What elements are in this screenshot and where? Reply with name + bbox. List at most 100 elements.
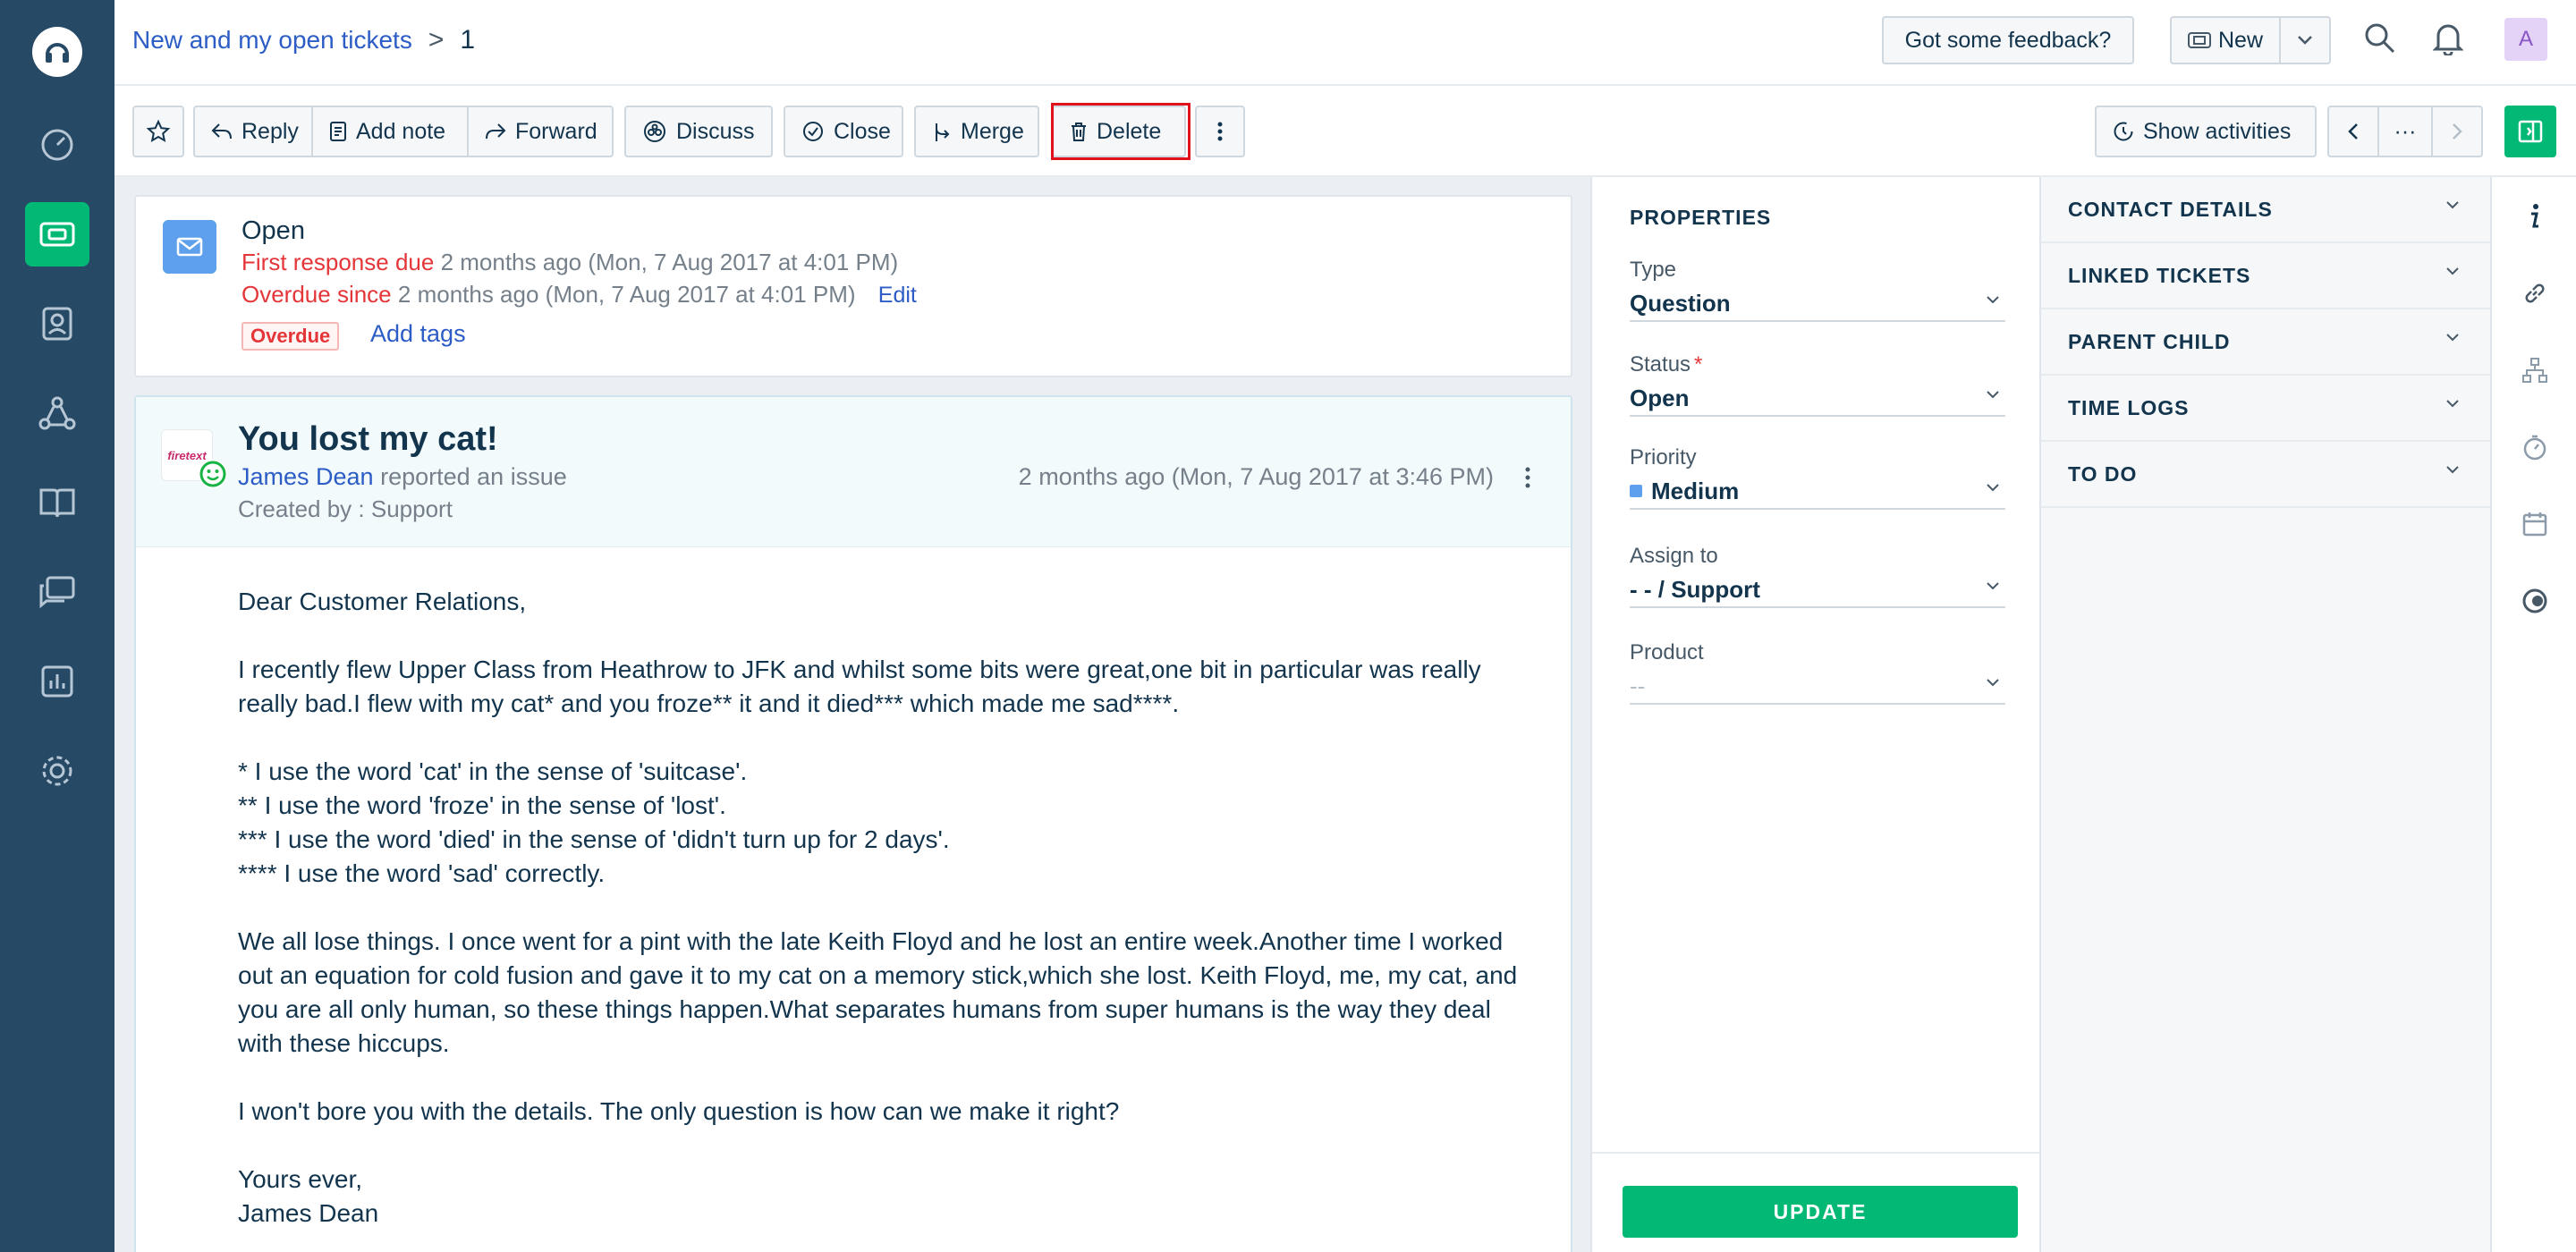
overdue-since-label: Overdue since xyxy=(242,281,392,308)
link-icon[interactable] xyxy=(2521,279,2549,308)
delete-label: Delete xyxy=(1097,118,1162,144)
body-footnote: *** I use the word 'died' in the sense o… xyxy=(238,825,950,853)
accordion-time-logs[interactable]: TIME LOGS xyxy=(2041,376,2490,442)
delete-button[interactable]: Delete xyxy=(1052,106,1186,157)
update-button[interactable]: UPDATE xyxy=(1623,1186,2018,1238)
nav-forums-icon[interactable] xyxy=(25,560,89,624)
notifications-bell-icon[interactable] xyxy=(2433,21,2463,55)
priority-field: Priority Medium xyxy=(1630,445,2005,510)
forward-button[interactable]: Forward xyxy=(467,106,614,157)
accordion-to-do[interactable]: TO DO xyxy=(2041,442,2490,508)
type-field: Type Question xyxy=(1630,258,2005,322)
add-note-button[interactable]: Add note xyxy=(311,106,469,157)
info-icon[interactable] xyxy=(2521,202,2549,231)
more-actions-button[interactable] xyxy=(1195,106,1245,157)
accordion-label: TO DO xyxy=(2068,461,2138,486)
reply-button[interactable]: Reply xyxy=(193,106,313,157)
new-button[interactable]: New xyxy=(2170,16,2281,64)
merge-label: Merge xyxy=(961,118,1024,144)
app-logo-icon[interactable] xyxy=(32,27,82,77)
chevron-down-icon xyxy=(2445,465,2460,474)
required-asterisk: * xyxy=(1694,352,1703,376)
ticket-toolbar: Reply Add note Forward Discuss Close Mer… xyxy=(114,86,2576,177)
priority-label: Priority xyxy=(1630,445,1697,470)
check-circle-icon xyxy=(801,120,825,143)
product-field: Product -- xyxy=(1630,640,2005,705)
properties-panel: PROPERTIES Type Question Status * Open Pr… xyxy=(1590,177,2039,1252)
assign-to-field: Assign to - - / Support xyxy=(1630,544,2005,608)
first-response-value: 2 months ago (Mon, 7 Aug 2017 at 4:01 PM… xyxy=(440,249,899,275)
ticket-subject: You lost my cat! xyxy=(238,420,498,458)
more-vertical-icon xyxy=(1216,121,1224,142)
accordion-contact-details[interactable]: CONTACT DETAILS xyxy=(2041,177,2490,243)
chevron-down-icon xyxy=(2445,200,2460,209)
search-icon[interactable] xyxy=(2363,21,2397,55)
nav-reports-icon[interactable] xyxy=(25,649,89,714)
next-ticket-button[interactable] xyxy=(2431,106,2483,157)
close-ticket-button[interactable]: Close xyxy=(784,106,903,157)
ticket-main: Open First response due 2 months ago (Mo… xyxy=(114,177,1590,1252)
timer-icon[interactable] xyxy=(2521,433,2549,461)
breadcrumb-view-link[interactable]: New and my open tickets xyxy=(132,26,412,55)
product-select[interactable]: -- xyxy=(1630,669,2005,705)
edit-due-link[interactable]: Edit xyxy=(878,283,917,308)
integration-app-icon[interactable] xyxy=(2521,587,2549,615)
nav-solutions-book-icon[interactable] xyxy=(25,470,89,535)
ticket-list-ellipsis-button[interactable]: ··· xyxy=(2377,106,2433,157)
accordion-linked-tickets[interactable]: LINKED TICKETS xyxy=(2041,243,2490,309)
star-button[interactable] xyxy=(132,106,184,157)
discuss-button[interactable]: Discuss xyxy=(624,106,773,157)
requester-name-link[interactable]: James Dean xyxy=(238,463,374,490)
body-signature: James Dean xyxy=(238,1199,379,1227)
properties-title: PROPERTIES xyxy=(1630,206,1772,229)
ticket-description: Dear Customer Relations, I recently flew… xyxy=(238,585,1526,1231)
first-response-label: First response due xyxy=(242,249,435,275)
chevron-down-icon xyxy=(2445,399,2460,408)
assign-to-select[interactable]: - - / Support xyxy=(1630,572,2005,608)
previous-ticket-button[interactable] xyxy=(2327,106,2379,157)
nav-admin-gear-icon[interactable] xyxy=(25,739,89,803)
status-value: Open xyxy=(1630,384,1690,411)
accordion-label: LINKED TICKETS xyxy=(2068,263,2251,287)
accordion-label: TIME LOGS xyxy=(2068,395,2190,419)
add-note-label: Add note xyxy=(356,118,446,144)
hierarchy-icon[interactable] xyxy=(2521,356,2549,385)
conversation-header: firetext You lost my cat! James Dean rep… xyxy=(136,397,1571,547)
chevron-down-icon xyxy=(1986,295,2000,304)
created-by: Created by : Support xyxy=(238,495,453,522)
body-footnote: ** I use the word 'froze' in the sense o… xyxy=(238,791,726,819)
feedback-button[interactable]: Got some feedback? xyxy=(1882,16,2134,64)
nav-groups-icon[interactable] xyxy=(25,381,89,445)
star-icon xyxy=(146,119,171,144)
reporter-action: reported an issue xyxy=(380,463,567,490)
new-dropdown-chevron-down-icon[interactable] xyxy=(2279,16,2331,64)
nav-dashboard-icon[interactable] xyxy=(25,113,89,177)
nav-contacts-icon[interactable] xyxy=(25,292,89,356)
status-label: Status * xyxy=(1630,352,2005,377)
discuss-icon xyxy=(642,119,667,144)
chevron-down-icon xyxy=(2445,333,2460,342)
toggle-sidebar-button[interactable] xyxy=(2504,106,2556,157)
accordion-parent-child[interactable]: PARENT CHILD xyxy=(2041,309,2490,376)
priority-select[interactable]: Medium xyxy=(1630,474,2005,510)
conversation-more-vertical-icon[interactable] xyxy=(1517,461,1538,494)
add-tags-link[interactable]: Add tags xyxy=(370,320,466,348)
assign-to-value: - - / Support xyxy=(1630,575,1760,603)
type-select[interactable]: Question xyxy=(1630,286,2005,322)
show-activities-button[interactable]: Show activities xyxy=(2095,106,2317,157)
chevron-right-icon xyxy=(2451,122,2463,141)
product-value: -- xyxy=(1630,672,1646,699)
breadcrumb: New and my open tickets > 1 xyxy=(132,25,475,55)
accordion-label: CONTACT DETAILS xyxy=(2068,197,2273,221)
user-avatar[interactable]: A xyxy=(2504,18,2547,61)
nav-tickets-icon[interactable] xyxy=(25,202,89,266)
status-select[interactable]: Open xyxy=(1630,381,2005,417)
ticket-status-title: Open xyxy=(242,216,305,245)
type-label: Type xyxy=(1630,258,1677,282)
calendar-icon[interactable] xyxy=(2521,510,2549,538)
type-value: Question xyxy=(1630,289,1731,317)
body-footnote: * I use the word 'cat' in the sense of '… xyxy=(238,757,748,785)
discuss-label: Discuss xyxy=(676,118,755,144)
properties-footer: UPDATE xyxy=(1592,1152,2039,1252)
merge-button[interactable]: Merge xyxy=(914,106,1039,157)
